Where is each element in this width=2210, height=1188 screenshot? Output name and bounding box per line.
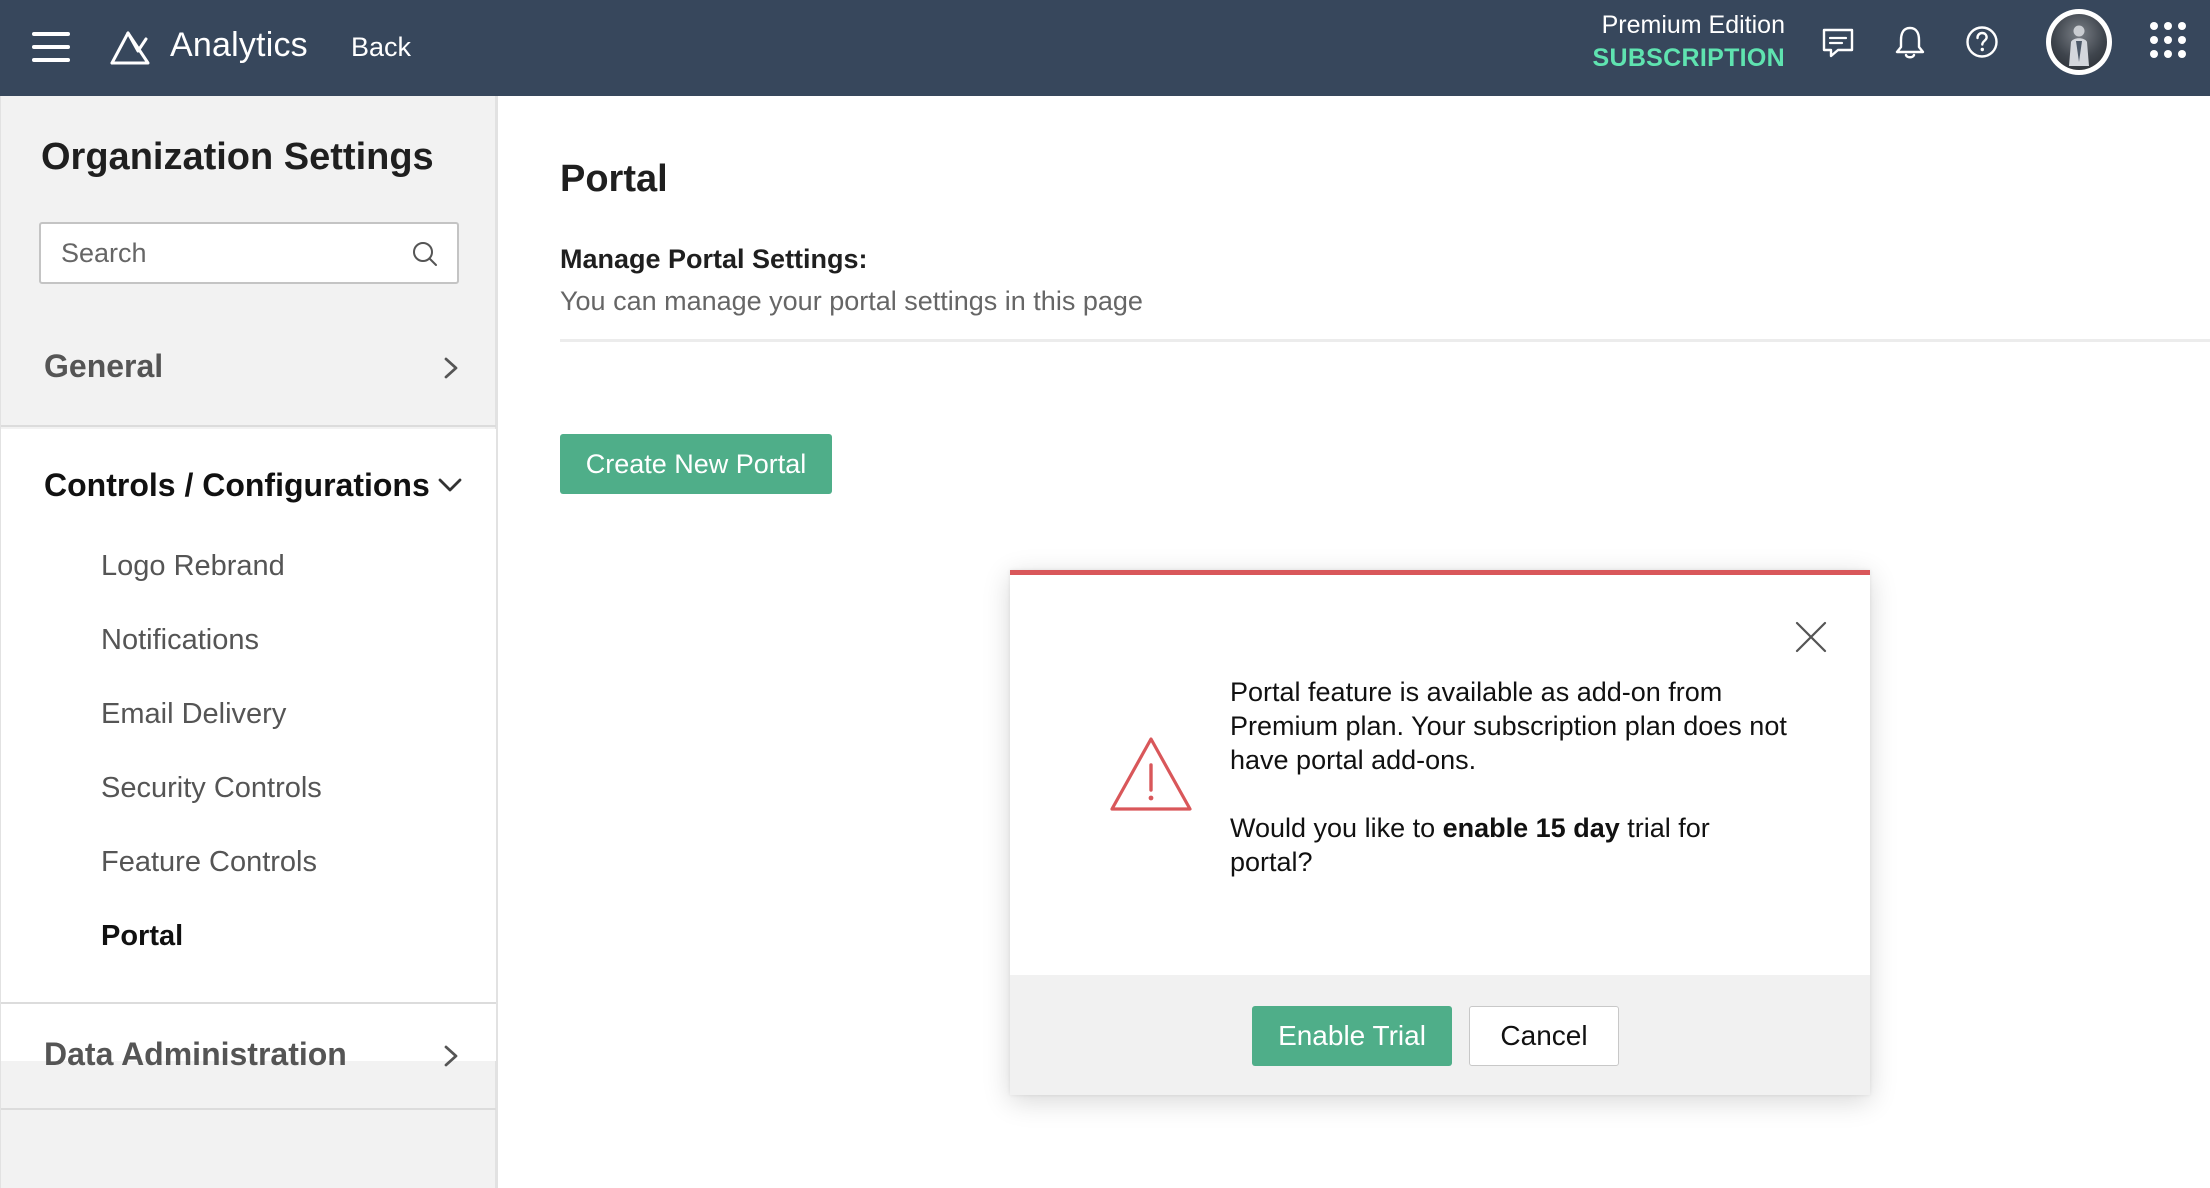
section-label: Controls / Configurations — [44, 467, 430, 503]
section-divider — [560, 339, 2210, 342]
sidebar-section-general[interactable]: General — [1, 316, 496, 420]
top-bar: Analytics Back Premium Edition SUBSCRIPT… — [0, 0, 2210, 96]
sidebar-item-logo-rebrand[interactable]: Logo Rebrand — [101, 550, 285, 583]
subscription-link[interactable]: SUBSCRIPTION — [1592, 40, 1785, 76]
bell-icon[interactable] — [1890, 22, 1930, 62]
chevron-right-icon — [444, 357, 458, 379]
sidebar-section-controls: Controls / Configurations Logo Rebrand N… — [1, 429, 496, 1061]
sidebar-item-email-delivery[interactable]: Email Delivery — [101, 698, 286, 731]
close-icon[interactable] — [1794, 620, 1828, 654]
menu-icon[interactable] — [32, 32, 70, 62]
enable-trial-button[interactable]: Enable Trial — [1252, 1006, 1452, 1066]
manage-settings-description: You can manage your portal settings in t… — [560, 286, 1143, 316]
avatar[interactable] — [2046, 9, 2112, 75]
edition-info: Premium Edition SUBSCRIPTION — [1592, 10, 1785, 76]
chevron-right-icon — [444, 1045, 458, 1067]
chevron-down-icon — [438, 478, 462, 492]
search-icon[interactable] — [411, 240, 439, 268]
sidebar-item-notifications[interactable]: Notifications — [101, 624, 259, 657]
manage-settings-heading: Manage Portal Settings: — [560, 244, 868, 274]
sidebar-title: Organization Settings — [41, 136, 434, 178]
sidebar-divider — [1, 425, 496, 427]
sidebar-item-security-controls[interactable]: Security Controls — [101, 772, 322, 805]
edition-name: Premium Edition — [1601, 11, 1785, 39]
question-emphasis: enable 15 day — [1442, 813, 1620, 843]
question-prefix: Would you like to — [1230, 813, 1443, 843]
cancel-button[interactable]: Cancel — [1469, 1006, 1619, 1066]
back-link[interactable]: Back — [351, 32, 411, 63]
controls-section-header[interactable]: Controls / Configurations — [1, 429, 496, 533]
trial-question: Would you like to enable 15 day trial fo… — [1230, 811, 1790, 879]
portal-addon-dialog: Portal feature is available as add-on fr… — [1010, 570, 1870, 1095]
search-input[interactable] — [41, 224, 401, 282]
search-box — [39, 222, 459, 284]
sidebar-section-data-administration[interactable]: Data Administration — [1, 1004, 496, 1108]
section-label: Data Administration — [44, 1036, 347, 1072]
section-label: General — [44, 348, 164, 384]
addon-info-text: Portal feature is available as add-on fr… — [1230, 677, 1787, 775]
sidebar-divider — [1, 1108, 496, 1110]
dialog-footer: Enable Trial Cancel — [1010, 975, 1870, 1095]
apps-grid-icon[interactable] — [2150, 22, 2186, 58]
warning-icon — [1110, 737, 1192, 811]
app-name: Analytics — [170, 26, 308, 64]
analytics-logo-icon — [110, 31, 150, 65]
avatar-photo — [2051, 14, 2107, 70]
sidebar-item-portal[interactable]: Portal — [101, 920, 183, 953]
settings-sidebar: Organization Settings General Controls /… — [0, 96, 498, 1188]
sidebar-item-feature-controls[interactable]: Feature Controls — [101, 846, 317, 879]
feedback-icon[interactable] — [1818, 22, 1858, 62]
dialog-message: Portal feature is available as add-on fr… — [1230, 675, 1790, 879]
help-icon[interactable] — [1962, 22, 2002, 62]
page-title: Portal — [560, 158, 668, 200]
create-new-portal-button[interactable]: Create New Portal — [560, 434, 832, 494]
